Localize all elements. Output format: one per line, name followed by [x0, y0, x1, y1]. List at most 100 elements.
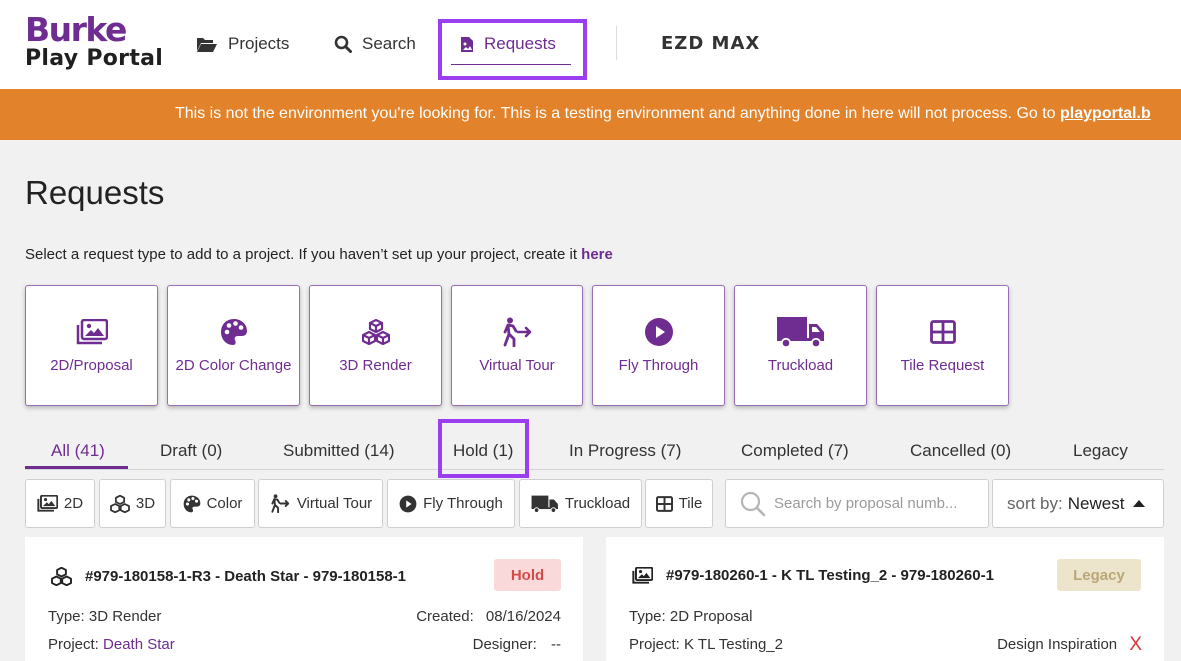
burke-logo[interactable]: Burke Play Portal [25, 10, 165, 72]
design-inspiration-label: Design Inspiration [997, 636, 1118, 653]
cubes-icon [110, 494, 130, 513]
project-label: Project: [629, 636, 680, 653]
cubes-icon [51, 567, 72, 586]
proposal-search-box[interactable] [725, 479, 989, 528]
filter-label: 2D [63, 495, 84, 512]
filter-2d[interactable]: 2D [25, 479, 95, 528]
request-title-text: #979-180260-1 - K TL Testing_2 - 979-180… [666, 567, 994, 584]
request-designer: Designer: -- [473, 636, 561, 653]
search-icon [740, 491, 766, 516]
tab-completed[interactable]: Completed (7) [741, 441, 849, 461]
ezd-max-logo[interactable]: EZD MAX [661, 33, 760, 54]
sort-label: sort by: [1007, 493, 1063, 513]
sort-dropdown[interactable]: sort by: Newest [992, 479, 1164, 528]
image-gallery-icon [632, 567, 653, 584]
tab-in-progress[interactable]: In Progress (7) [569, 441, 681, 461]
intro-message: Select a request type to add to a projec… [25, 246, 582, 263]
designer-value: -- [551, 636, 561, 653]
request-created: Created: 08/16/2024 [416, 608, 561, 625]
request-type-label: Virtual Tour [479, 357, 555, 374]
banner-text: This is not the environment you're looki… [175, 105, 1151, 123]
filter-color[interactable]: Color [170, 479, 255, 528]
request-type-label: 2D Color Change [175, 357, 292, 374]
proposal-search-input[interactable] [774, 495, 974, 512]
intro-text: Select a request type to add to a projec… [25, 246, 613, 263]
filter-fly-through[interactable]: Fly Through [387, 479, 515, 528]
request-type-tile-request[interactable]: Tile Request [876, 285, 1009, 406]
tile-grid-icon [929, 320, 956, 344]
nav-requests-highlight-box [438, 19, 587, 80]
walking-person-icon [503, 317, 532, 347]
request-card[interactable]: #979-180158-1-R3 - Death Star - 979-1801… [25, 537, 583, 661]
tab-cancelled[interactable]: Cancelled (0) [910, 441, 1011, 461]
nav-divider [616, 26, 617, 60]
tile-grid-icon [655, 495, 673, 512]
request-title-text: #979-180158-1-R3 - Death Star - 979-1801… [85, 568, 407, 585]
design-inspiration: Design Inspiration X [997, 634, 1142, 656]
request-card[interactable]: #979-180260-1 - K TL Testing_2 - 979-180… [606, 537, 1164, 661]
image-gallery-icon [37, 495, 58, 512]
tab-all[interactable]: All (41) [51, 441, 105, 461]
truck-icon [776, 317, 824, 348]
tab-draft[interactable]: Draft (0) [160, 441, 222, 461]
nav-search-label: Search [362, 34, 416, 53]
filter-3d[interactable]: 3D [99, 479, 166, 528]
request-type-2d-color-change[interactable]: 2D Color Change [167, 285, 300, 406]
nav-search[interactable]: Search [334, 32, 416, 56]
image-gallery-icon [76, 319, 108, 345]
banner-playportal-link[interactable]: playportal.b [1060, 105, 1151, 122]
testing-environment-banner: This is not the environment you're looki… [0, 89, 1181, 140]
filter-label: Fly Through [423, 495, 503, 512]
play-circle-icon [399, 495, 417, 512]
logo-wordmark-bottom: Play Portal [25, 46, 164, 71]
filter-label: Truckload [564, 495, 631, 512]
filter-label: Color [206, 495, 243, 512]
filter-label: Tile [678, 495, 703, 512]
filter-label: 3D [135, 495, 156, 512]
request-type-fly-through[interactable]: Fly Through [592, 285, 725, 406]
filter-tile[interactable]: Tile [645, 479, 713, 528]
tab-submitted[interactable]: Submitted (14) [283, 441, 395, 461]
request-type-text: Type: 2D Proposal [629, 608, 753, 625]
x-mark-icon: X [1129, 634, 1142, 655]
status-tabs: All (41) Draft (0) Submitted (14) Hold (… [25, 420, 1164, 470]
nav-projects-label: Projects [228, 34, 290, 53]
banner-message: This is not the environment you're looki… [175, 105, 1061, 122]
request-card-title: #979-180158-1-R3 - Death Star - 979-1801… [51, 567, 406, 586]
request-type-label: Truckload [767, 357, 834, 374]
top-header: Burke Play Portal Projects Search Reques… [0, 0, 1181, 89]
logo-wordmark-top: Burke [25, 10, 127, 49]
walking-person-icon [271, 494, 290, 513]
created-date: 08/16/2024 [485, 608, 561, 625]
request-type-2d-proposal[interactable]: 2D/Proposal [25, 285, 158, 406]
cubes-icon [361, 319, 390, 345]
project-value: K TL Testing_2 [684, 636, 783, 653]
status-badge: Legacy [1057, 559, 1141, 591]
request-type-label: Fly Through [618, 357, 699, 374]
nav-projects[interactable]: Projects [196, 32, 289, 56]
project-label: Project: [48, 636, 99, 653]
request-project: Project: Death Star [48, 636, 175, 653]
project-link[interactable]: Death Star [103, 636, 175, 653]
request-type-label: 3D Render [339, 357, 412, 374]
play-circle-icon [644, 318, 673, 346]
status-badge: Hold [494, 559, 561, 591]
create-project-link[interactable]: here [581, 246, 613, 263]
tab-legacy[interactable]: Legacy [1073, 441, 1128, 461]
filter-virtual-tour[interactable]: Virtual Tour [258, 479, 383, 528]
filter-truckload[interactable]: Truckload [519, 479, 642, 528]
request-type-3d-render[interactable]: 3D Render [309, 285, 442, 406]
tab-hold-highlight-box [438, 419, 529, 478]
designer-label: Designer: [472, 636, 537, 653]
palette-icon [220, 319, 247, 345]
request-type-label: Tile Request [900, 357, 985, 374]
caret-up-icon [1133, 500, 1146, 507]
request-type-virtual-tour[interactable]: Virtual Tour [451, 285, 583, 406]
request-type-truckload[interactable]: Truckload [734, 285, 867, 406]
created-label: Created: [416, 608, 474, 625]
request-project: Project: K TL Testing_2 [629, 636, 783, 653]
request-type-text: Type: 3D Render [48, 608, 162, 625]
page-title: Requests [25, 174, 165, 211]
request-card-title: #979-180260-1 - K TL Testing_2 - 979-180… [632, 567, 994, 584]
truck-icon [531, 495, 558, 513]
